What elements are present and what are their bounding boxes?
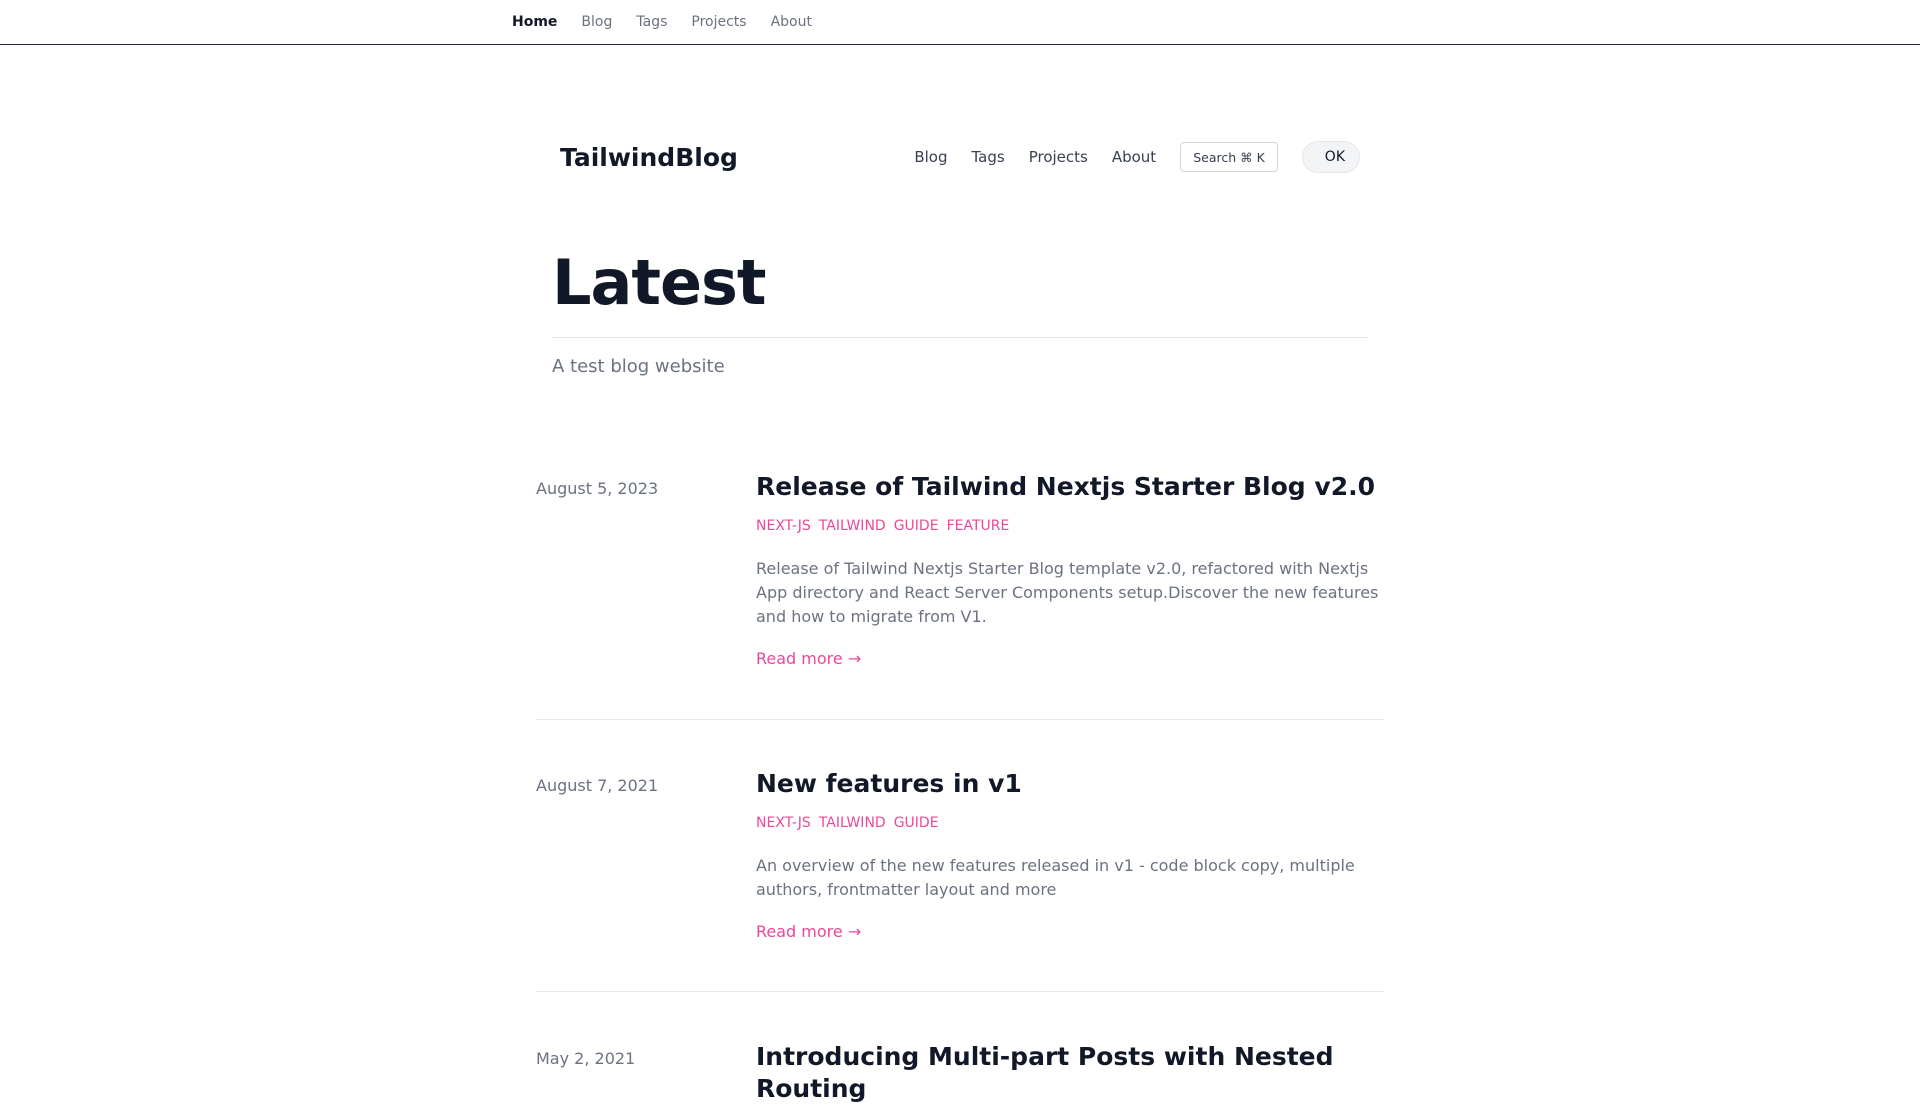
post-body: Release of Tailwind Nextjs Starter Blog … <box>756 471 1384 668</box>
search-button[interactable]: Search ⌘ K <box>1180 142 1278 172</box>
header-nav-blog[interactable]: Blog <box>914 148 947 166</box>
post-summary: An overview of the new features released… <box>756 856 1355 899</box>
read-more-link[interactable]: Read more → <box>756 922 861 941</box>
top-nav-about[interactable]: About <box>771 14 812 30</box>
post-tags: NEXT-JS TAILWIND GUIDE FEATURE <box>756 517 1384 535</box>
top-bar: Home Blog Tags Projects About <box>0 0 1920 45</box>
top-nav-tags[interactable]: Tags <box>636 14 667 30</box>
post-summary: Release of Tailwind Nextjs Starter Blog … <box>756 559 1379 626</box>
title-divider <box>552 337 1368 338</box>
header-nav: Blog Tags Projects About Search ⌘ K OK <box>914 141 1360 173</box>
header-nav-about[interactable]: About <box>1112 148 1156 166</box>
page-title: Latest <box>552 246 767 319</box>
post-date: August 5, 2023 <box>536 479 659 498</box>
post-title[interactable]: Introducing Multi-part Posts with Nested… <box>756 1041 1384 1105</box>
post-date: May 2, 2021 <box>536 1049 636 1068</box>
tag-link[interactable]: TAILWIND <box>819 517 886 535</box>
post-title[interactable]: New features in v1 <box>756 768 1384 800</box>
site-logo[interactable]: TailwindBlog <box>560 143 738 172</box>
tag-link[interactable]: NEXT-JS <box>756 814 811 832</box>
post-tags: NEXT-JS TAILWIND GUIDE <box>756 814 1384 832</box>
header-nav-projects[interactable]: Projects <box>1029 148 1088 166</box>
post-title[interactable]: Release of Tailwind Nextjs Starter Blog … <box>756 471 1384 503</box>
top-nav-blog[interactable]: Blog <box>581 14 612 30</box>
post-body: New features in v1 NEXT-JS TAILWIND GUID… <box>756 768 1384 941</box>
tag-link[interactable]: GUIDE <box>894 517 939 535</box>
tag-link[interactable]: TAILWIND <box>819 814 886 832</box>
ok-button[interactable]: OK <box>1301 141 1360 173</box>
top-nav-home[interactable]: Home <box>512 14 557 30</box>
header-nav-tags[interactable]: Tags <box>971 148 1004 166</box>
post-divider <box>536 719 1384 720</box>
post-divider <box>536 991 1384 992</box>
post-body: Introducing Multi-part Posts with Nested… <box>756 1041 1384 1105</box>
top-nav: Home Blog Tags Projects About <box>512 14 812 30</box>
read-more-link[interactable]: Read more → <box>756 649 861 668</box>
tag-link[interactable]: FEATURE <box>947 517 1010 535</box>
post-date: August 7, 2021 <box>536 776 659 795</box>
page-subtitle: A test blog website <box>552 356 725 377</box>
site-header: TailwindBlog Blog Tags Projects About Se… <box>552 140 1360 174</box>
tag-link[interactable]: NEXT-JS <box>756 517 811 535</box>
tag-link[interactable]: GUIDE <box>894 814 939 832</box>
top-nav-projects[interactable]: Projects <box>691 14 746 30</box>
